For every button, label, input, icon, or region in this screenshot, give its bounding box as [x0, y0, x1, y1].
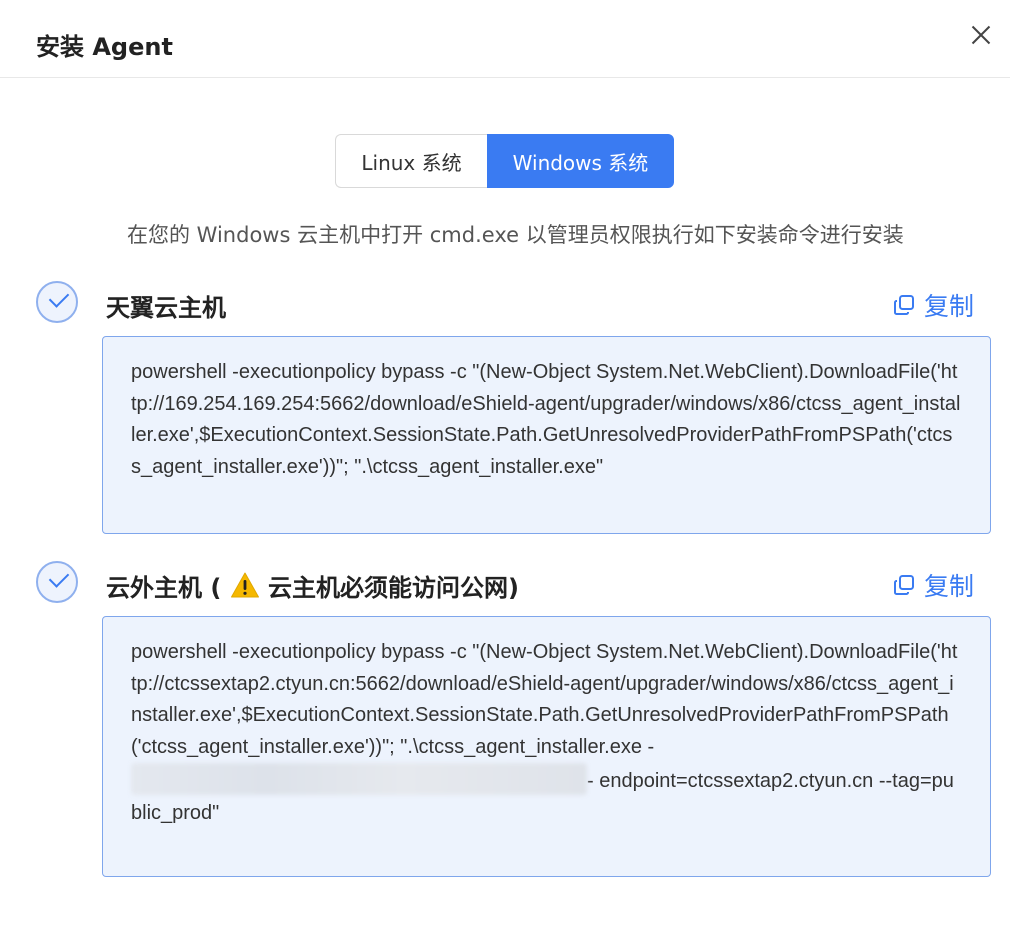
copy-icon [893, 295, 914, 315]
close-icon[interactable] [970, 24, 992, 46]
tab-windows[interactable]: Windows 系统 [487, 134, 674, 188]
section-title: 云外主机 ( 云主机必须能访问公网) [106, 568, 519, 603]
copy-icon [893, 575, 914, 595]
copy-label: 复制 [923, 572, 974, 601]
os-tab-group: Linux 系统 Windows 系统 [335, 134, 674, 188]
redacted-token [131, 763, 587, 795]
copy-button[interactable]: 复制 [892, 287, 974, 323]
section-title-suffix: 云主机必须能访问公网) [268, 574, 520, 602]
section-title: 天翼云主机 [106, 294, 226, 322]
command-box[interactable]: powershell -executionpolicy bypass -c "(… [102, 336, 991, 534]
dialog-header: 安装 Agent [0, 0, 1010, 78]
check-circle-icon [36, 281, 78, 323]
command-box[interactable]: powershell -executionpolicy bypass -c "(… [102, 616, 991, 877]
warning-icon [230, 572, 259, 598]
install-agent-dialog: 安装 Agent Linux 系统 Windows 系统 在您的 Windows… [0, 0, 1010, 933]
check-circle-icon [36, 561, 78, 603]
tab-linux[interactable]: Linux 系统 [335, 134, 487, 188]
command-text: powershell -executionpolicy bypass -c "(… [131, 641, 958, 758]
section-header-ctyun-host: 天翼云主机 复制 [36, 281, 986, 325]
copy-button[interactable]: 复制 [892, 567, 974, 603]
section-header-external-host: 云外主机 ( 云主机必须能访问公网) 复制 [36, 561, 986, 605]
copy-label: 复制 [923, 292, 974, 321]
install-instruction: 在您的 Windows 云主机中打开 cmd.exe 以管理员权限执行如下安装命… [127, 223, 904, 247]
dialog-title: 安装 Agent [36, 33, 173, 61]
section-title-prefix: 云外主机 ( [106, 574, 222, 602]
